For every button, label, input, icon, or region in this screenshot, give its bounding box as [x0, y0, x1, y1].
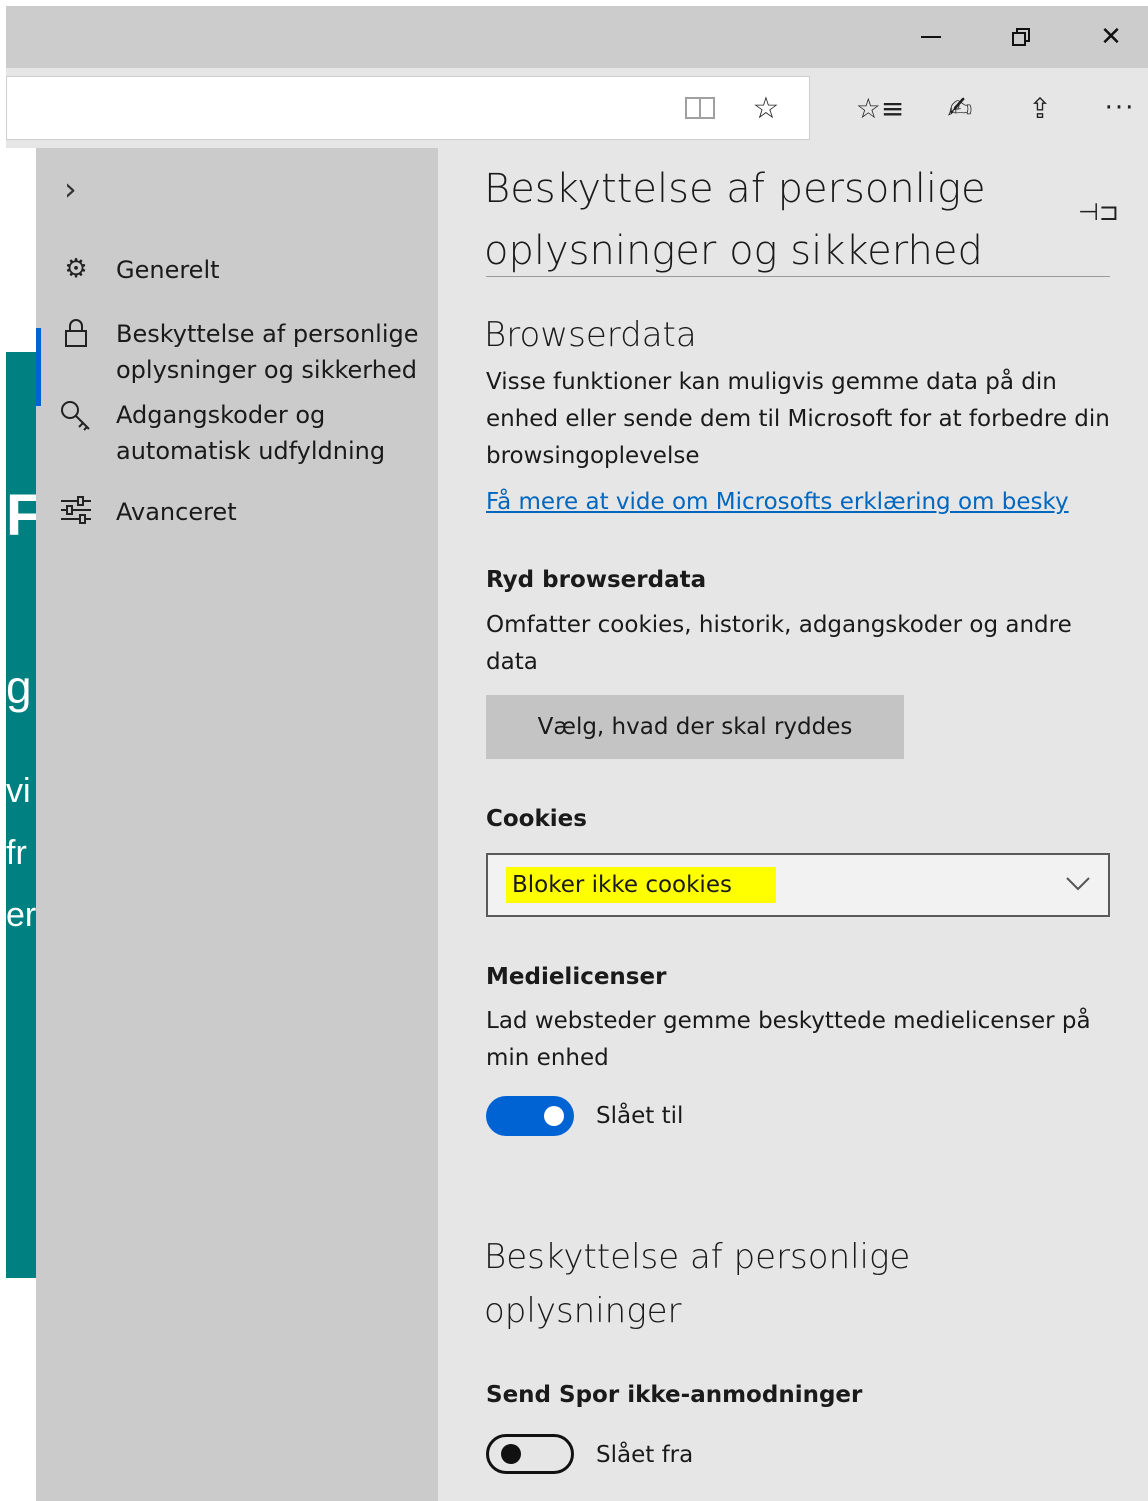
toggle-knob	[544, 1106, 564, 1126]
more-icon: ···	[1104, 93, 1136, 123]
media-licenses-toggle-state: Slået til	[596, 1103, 684, 1129]
choose-what-to-clear-button[interactable]: Vælg, hvad der skal ryddes	[486, 695, 904, 759]
settings-nav: › ⚙ Generelt Beskyttelse af personlige o…	[36, 148, 438, 1501]
browserdata-description: Visse funktioner kan muligvis gemme data…	[486, 369, 1110, 469]
pen-icon: ✍	[947, 90, 973, 126]
chevron-svg	[1066, 877, 1090, 891]
page-fragment: F	[6, 483, 36, 548]
restore-button[interactable]	[976, 6, 1066, 68]
pin-icon[interactable]: ⊣⊐	[1078, 198, 1119, 226]
add-favorite-button[interactable]: ☆	[738, 68, 794, 148]
collapse-chevron-icon[interactable]: ›	[64, 170, 77, 208]
nav-item-privacy-security[interactable]: Beskyttelse af personlige oplysninger og…	[36, 316, 438, 406]
sliders-icon	[36, 494, 116, 524]
toggle-knob	[501, 1444, 521, 1464]
share-button[interactable]: ⇪	[1012, 68, 1068, 148]
key-icon	[36, 397, 116, 433]
lock-svg	[65, 319, 87, 347]
settings-content-pane: Beskyttelse af personlige oplysninger og…	[438, 148, 1148, 1501]
title-bar: ✕	[6, 6, 1148, 68]
page-fragment: er	[6, 896, 36, 934]
cookies-dropdown[interactable]: Bloker ikke cookies	[486, 853, 1110, 917]
browser-toolbar: ☆ ☆≡ ✍ ⇪ ···	[6, 68, 1148, 148]
page-title: Beskyttelse af personlige oplysninger og…	[484, 166, 986, 274]
chevron-down-icon	[1066, 869, 1090, 897]
gear-icon: ⚙	[64, 254, 88, 284]
nav-item-label: Beskyttelse af personlige oplysninger og…	[116, 320, 419, 384]
do-not-track-label: Send Spor ikke-anmodninger	[486, 1382, 863, 1408]
key-svg	[61, 401, 90, 431]
nav-item-advanced[interactable]: Avanceret	[36, 494, 438, 530]
more-button[interactable]: ···	[1092, 68, 1148, 148]
share-icon: ⇪	[1028, 91, 1052, 125]
web-note-button[interactable]: ✍	[932, 68, 988, 148]
favorites-button[interactable]: ☆≡	[852, 68, 908, 148]
page-fragment: g	[6, 661, 32, 713]
clear-browserdata-description: Omfatter cookies, historik, adgangskoder…	[486, 612, 1072, 675]
close-button[interactable]: ✕	[1066, 6, 1148, 68]
nav-item-label: Avanceret	[116, 498, 237, 526]
favorites-list-icon: ☆≡	[855, 91, 905, 125]
page-fragment: vi	[6, 772, 31, 810]
media-licenses-description: Lad websteder gemme beskyttede medielice…	[486, 1008, 1091, 1071]
nav-item-generelt[interactable]: ⚙ Generelt	[36, 252, 438, 288]
nav-item-label: Generelt	[116, 256, 220, 284]
nav-item-label: Adgangskoder og automatisk udfyldning	[116, 401, 386, 465]
do-not-track-toggle[interactable]	[486, 1434, 574, 1474]
browserdata-heading: Browserdata	[484, 315, 697, 355]
media-licenses-label: Medielicenser	[486, 964, 667, 990]
page-teal-banner: F g vi fr er	[6, 352, 36, 1278]
restore-icon	[1012, 28, 1030, 46]
title-divider	[486, 276, 1110, 277]
page-fragment: fr	[6, 834, 27, 872]
minimize-button[interactable]	[886, 6, 976, 68]
reading-view-button[interactable]	[672, 68, 728, 148]
media-licenses-toggle[interactable]	[486, 1096, 574, 1136]
privacy-heading: Beskyttelse af personlige oplysninger	[484, 1237, 911, 1331]
close-icon: ✕	[1100, 22, 1122, 52]
minimize-icon	[921, 36, 941, 38]
nav-item-passwords-autofill[interactable]: Adgangskoder og automatisk udfyldning	[36, 397, 438, 469]
cookies-selected-value: Bloker ikke cookies	[506, 867, 776, 903]
do-not-track-toggle-state: Slået fra	[596, 1442, 694, 1468]
privacy-statement-link[interactable]: Få mere at vide om Microsofts erklæring …	[486, 484, 1116, 520]
star-icon: ☆	[752, 90, 780, 126]
clear-browserdata-label: Ryd browserdata	[486, 567, 707, 593]
lock-icon	[36, 316, 116, 348]
sliders-svg	[61, 496, 91, 524]
cookies-label: Cookies	[486, 806, 587, 832]
book-icon	[685, 97, 715, 119]
